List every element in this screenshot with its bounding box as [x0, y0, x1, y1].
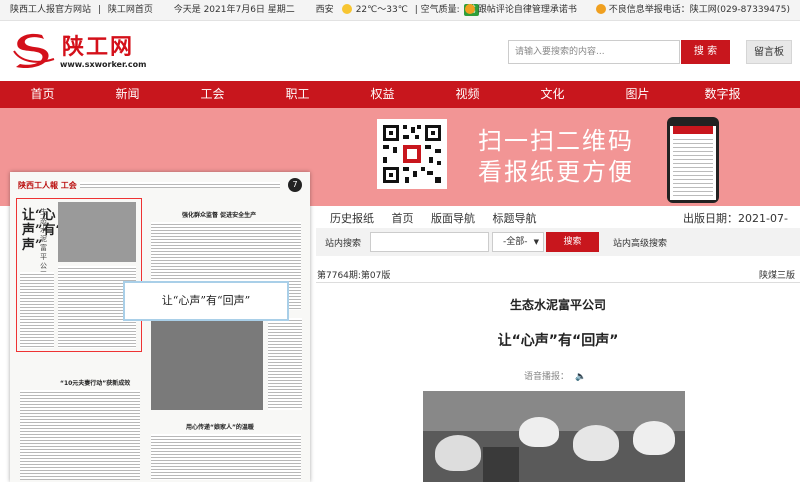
speaker-icon[interactable]: 🔈: [575, 372, 586, 382]
header-search-button[interactable]: 搜 索: [681, 40, 730, 64]
site-search-input[interactable]: [370, 232, 489, 252]
voice-label: 语音播报：: [524, 372, 570, 382]
paper-photo: [58, 202, 136, 262]
logo-url: www.sxworker.com: [60, 60, 147, 69]
site-search-scope-select[interactable]: -全部- ▼: [492, 232, 544, 252]
chevron-down-icon: ▼: [533, 238, 539, 246]
pledge-link[interactable]: 跟帖评论自律管理承诺书: [478, 5, 577, 15]
nav-item-rights[interactable]: 权益: [340, 81, 425, 108]
header-search-input[interactable]: 请输入要搜索的内容...: [508, 40, 680, 64]
paper-vertical-sub: 生态水泥富平公司: [40, 208, 47, 279]
voice-broadcast[interactable]: 语音播报： 🔈: [524, 369, 586, 382]
main-nav: 首页 新闻 工会 职工 权益 视频 文化 图片 数字报: [0, 81, 800, 108]
article-subtitle: 生态水泥富平公司: [509, 298, 606, 312]
paper-photo: [151, 318, 263, 410]
top-right-links: 跟帖评论自律管理承诺书 不良信息举报电话：陕工网(029-87339475): [449, 0, 790, 21]
issue-number: 第7764期:第07版: [317, 271, 391, 281]
site-search-bar: 站内搜索 -全部- ▼ 搜索 站内高级搜索: [316, 228, 800, 256]
tab-page-nav[interactable]: 版面导航: [431, 212, 475, 225]
newspaper-page-preview[interactable]: 陕西工人報 工会 7 让“心声”有“回声” 生态水泥富平公司 强化群众监督 促进…: [10, 172, 310, 482]
tab-history[interactable]: 历史报纸: [330, 212, 374, 225]
divider: [316, 282, 800, 283]
site-header: 陕工网 www.sxworker.com 请输入要搜索的内容... 搜 索 留言…: [0, 21, 800, 81]
article-photo: [423, 391, 685, 482]
logo-text: 陕工网: [62, 34, 135, 60]
nav-item-digital-paper[interactable]: 数字报: [680, 81, 765, 108]
phone-icon: [667, 117, 719, 203]
top-left-info: 陕西工人报官方网站 | 陕工网首页 今天是 2021年7月6日 星期二 西安 22…: [10, 0, 483, 21]
banner-line-1: 扫一扫二维码: [478, 127, 634, 155]
paper-story-title[interactable]: 强化群众监督 促进安全生产: [182, 210, 256, 219]
report-link[interactable]: 不良信息举报电话：陕工网(029-87339475): [609, 5, 790, 15]
top-strip: 陕西工人报官方网站 | 陕工网首页 今天是 2021年7月6日 星期二 西安 22…: [0, 0, 800, 21]
photo-detail: [633, 421, 675, 455]
nav-item-home[interactable]: 首页: [0, 81, 85, 108]
official-site-link[interactable]: 陕西工人报官方网站: [10, 5, 91, 15]
tab-title-nav[interactable]: 标题导航: [493, 212, 537, 225]
notice-icon: [464, 4, 475, 14]
nav-item-news[interactable]: 新闻: [85, 81, 170, 108]
banner-line-2: 看报纸更方便: [478, 158, 634, 186]
select-value: -全部-: [503, 237, 528, 247]
logo-mark-icon: [13, 33, 55, 69]
nav-item-union[interactable]: 工会: [170, 81, 255, 108]
edition-name: 陕煤三版: [759, 271, 796, 281]
site-logo[interactable]: 陕工网 www.sxworker.com: [12, 29, 152, 75]
site-search-label: 站内搜索: [325, 239, 362, 249]
date-text: 今天是 2021年7月6日 星期二: [173, 5, 295, 15]
message-board-button[interactable]: 留言板: [746, 40, 792, 64]
photo-detail: [435, 435, 481, 471]
article-hover-tooltip: 让“心声”有“回声”: [123, 281, 289, 321]
nav-item-video[interactable]: 视频: [425, 81, 510, 108]
sun-icon: [341, 4, 352, 14]
nav-item-workers[interactable]: 职工: [255, 81, 340, 108]
photo-detail: [483, 447, 519, 482]
separator: |: [97, 5, 101, 15]
article-title: 让“心声”有“回声”: [497, 333, 619, 349]
masthead-rule: [80, 182, 280, 188]
paper-story-title[interactable]: 用心传递“娘家人”的温暖: [186, 422, 254, 431]
banner-text: 扫一扫二维码 看报纸更方便: [478, 126, 634, 188]
photo-detail: [519, 417, 559, 447]
site-search-button[interactable]: 搜索: [546, 232, 599, 252]
tab-front-page[interactable]: 首页: [392, 212, 414, 225]
homepage-link[interactable]: 陕工网首页: [108, 5, 153, 15]
paper-masthead: 陕西工人報 工会: [18, 181, 77, 190]
photo-detail: [573, 425, 619, 461]
paper-story-title[interactable]: “10元夫妻行动”获新成效: [60, 378, 130, 387]
article-tabs: 历史报纸 首页 版面导航 标题导航: [330, 210, 551, 226]
temperature: 22℃～33℃: [355, 5, 408, 15]
paper-text-block: [151, 434, 301, 480]
paper-text-block: [20, 272, 54, 348]
paper-page-number: 7: [288, 178, 302, 192]
nav-item-culture[interactable]: 文化: [510, 81, 595, 108]
city-name: 西安: [315, 5, 334, 15]
advanced-search-link[interactable]: 站内高级搜索: [613, 236, 667, 249]
paper-text-block: [20, 390, 140, 480]
nav-item-pictures[interactable]: 图片: [595, 81, 680, 108]
paper-text-block: [268, 318, 302, 410]
notice-icon: [595, 4, 606, 14]
qr-code-icon: [377, 119, 447, 189]
